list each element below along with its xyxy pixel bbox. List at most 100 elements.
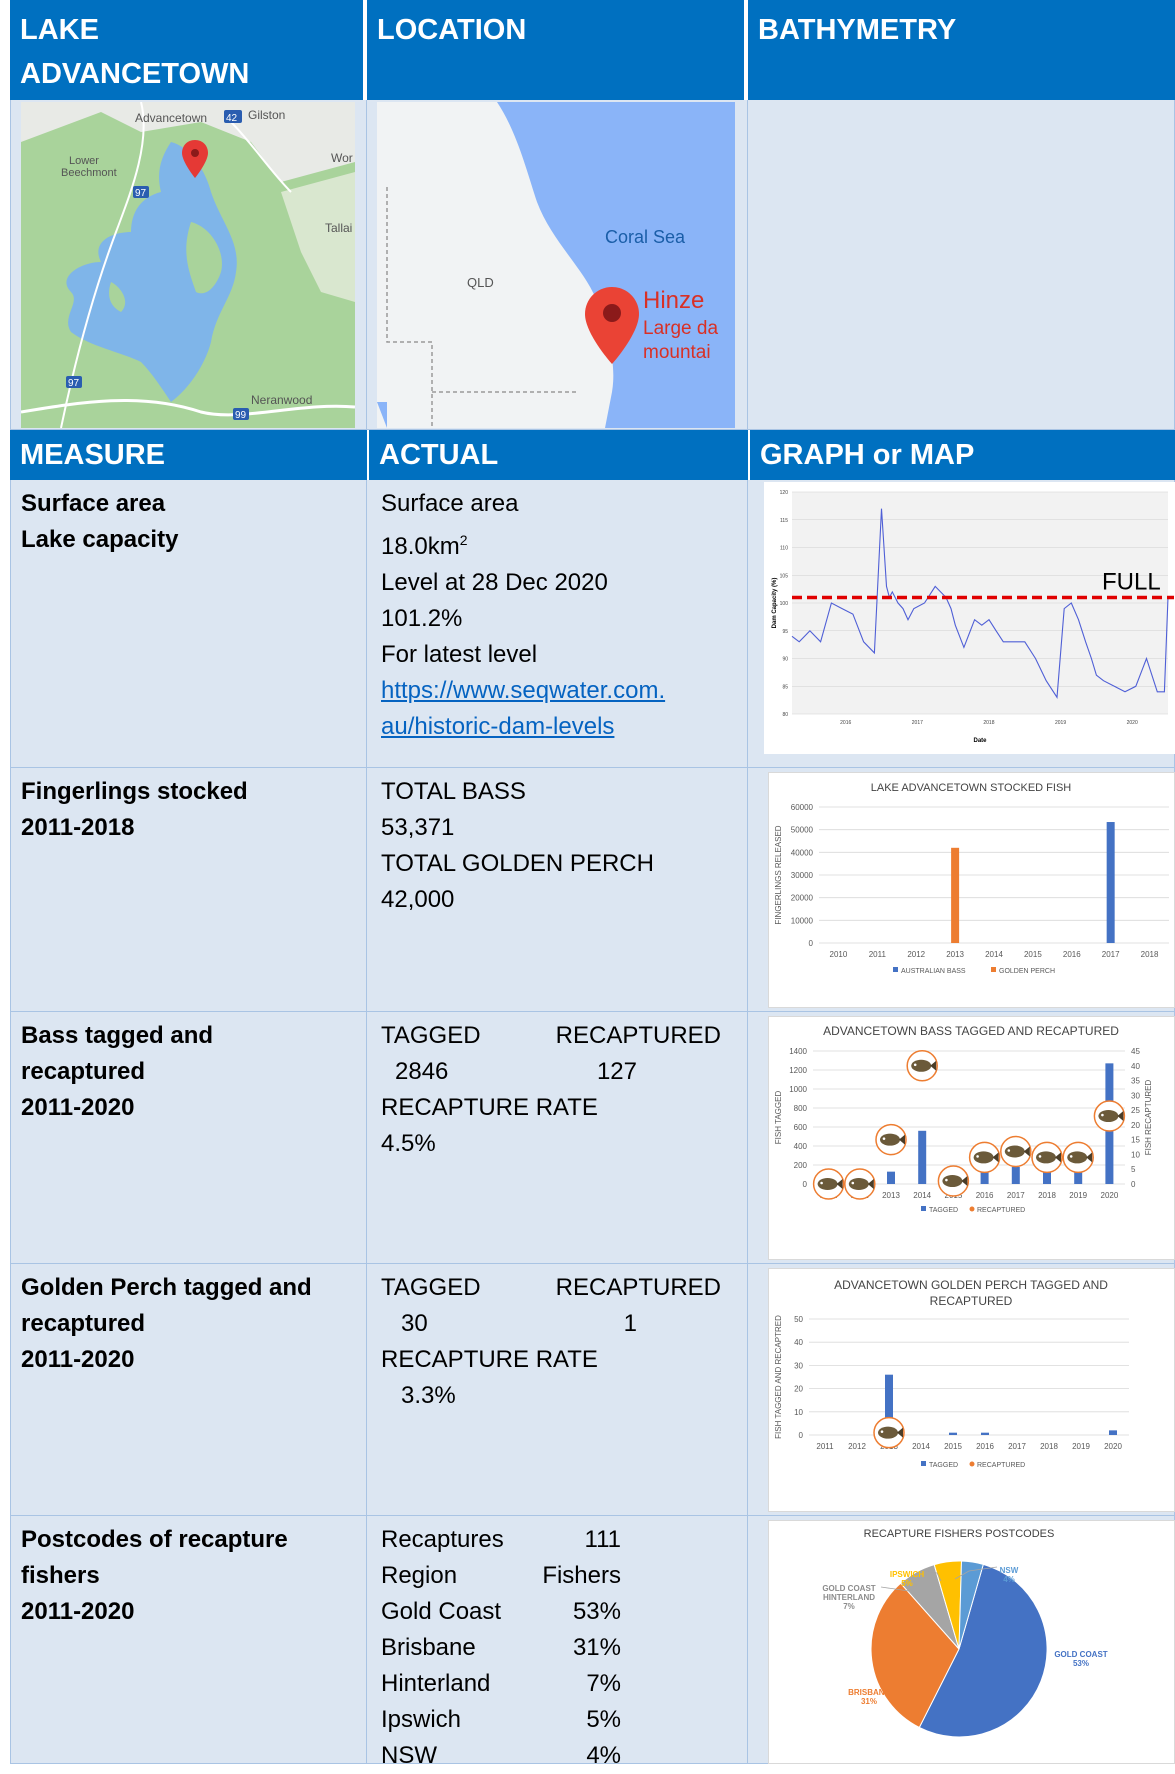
x-tick-label: 2012 <box>907 950 925 959</box>
x-tick-label: 2018 <box>983 720 994 726</box>
graph-surface-cell: 80 85 90 95 100 105 110 115 120 2016 2017 2018 2019 2… <box>748 480 1175 768</box>
postcode-row: Region Fishers <box>381 1558 621 1594</box>
actual-perch: TAGGED RECAPTURED 30 1 RECAPTURE RATE 3.3% <box>367 1264 748 1516</box>
y-tick-label: 1200 <box>789 1066 807 1075</box>
legend-label: TAGGED <box>929 1207 958 1214</box>
map-label-wor: Wor <box>331 151 353 165</box>
seqwater-link-line1[interactable]: https://www.seqwater.com. <box>381 673 733 709</box>
bass-label-row: TAGGED RECAPTURED <box>381 1018 721 1054</box>
perch-recaptured-value: 1 <box>623 1310 637 1337</box>
bass-tagged-chart: ADVANCETOWN BASS TAGGED AND RECAPTURED 0 2… <box>768 1016 1175 1260</box>
perch-tagged-value: 30 <box>401 1310 428 1337</box>
x-tick-label: 2020 <box>1127 720 1138 726</box>
y-tick-label: 115 <box>780 518 788 524</box>
perch-tagged-label: TAGGED <box>381 1274 481 1301</box>
x-tick-label: 2011 <box>869 950 887 959</box>
fish-marker-icon <box>873 1416 905 1449</box>
surface-area-value: 18.0km <box>381 533 460 560</box>
fish-body <box>1004 1145 1025 1158</box>
fish-eye <box>913 1063 917 1067</box>
y-axis-label: FINGERLINGS RELEASED <box>774 825 783 924</box>
legend-swatch <box>921 1461 926 1466</box>
y-tick-label: 85 <box>782 684 788 690</box>
bar-tagged <box>887 1171 895 1184</box>
bass-rate-value: 4.5% <box>381 1130 436 1157</box>
x-axis-label: Date <box>973 738 987 744</box>
x-tick-label: 2017 <box>1102 950 1120 959</box>
fish-marker-icon <box>844 1168 876 1200</box>
postcode-row: NSW 4% <box>381 1738 621 1774</box>
measure-bass: Bass tagged and recaptured 2011-2020 <box>10 1012 367 1264</box>
y-tick-label: 50 <box>794 1315 803 1324</box>
subheader-measure-label: MEASURE <box>20 439 166 471</box>
subheader-graph-label: GRAPH or MAP <box>760 439 975 471</box>
pie-label-name: NSW <box>1000 1566 1019 1575</box>
fish-eye <box>820 1181 823 1185</box>
graph-bass-cell: ADVANCETOWN BASS TAGGED AND RECAPTURED 0 2… <box>748 1012 1175 1264</box>
x-tick-label: 2014 <box>985 950 1003 959</box>
header-lake-name: LAKE ADVANCETOWN <box>10 0 363 100</box>
actual-surface: Surface area 18.0km2 Level at 28 Dec 202… <box>367 480 748 768</box>
y2-tick-label: 45 <box>1131 1047 1140 1056</box>
x-tick-label: 2015 <box>1024 950 1042 959</box>
perch-recaptured-label: RECAPTURED <box>555 1274 721 1301</box>
postcode-region: Region <box>381 1562 458 1589</box>
x-tick-label: 2014 <box>912 1442 930 1451</box>
fish-body <box>942 1175 963 1188</box>
total-perch-value: 42,000 <box>381 886 455 913</box>
legend-swatch <box>991 967 996 972</box>
route-99-label: 99 <box>235 410 247 421</box>
fish-body <box>878 1426 898 1439</box>
local-map-cell: Advancetown 42 Gilston Lower Beechmont 9… <box>10 100 367 430</box>
measure-bass-line2: recaptured <box>21 1058 146 1085</box>
bass-tagged-value: 2846 <box>395 1058 449 1085</box>
bass-rate-label: RECAPTURE RATE <box>381 1094 598 1121</box>
stocked-fish-chart: LAKE ADVANCETOWN STOCKED FISH 0 10000 20000… <box>768 772 1175 1008</box>
postcode-row: Hinterland 7% <box>381 1666 621 1702</box>
postcode-value: 111 <box>584 1526 621 1553</box>
measure-postcodes-line2: fishers <box>21 1562 100 1589</box>
postcode-row: Ipswich 5% <box>381 1702 621 1738</box>
fish-marker-icon <box>906 1050 938 1082</box>
legend-swatch <box>969 1461 975 1467</box>
y-tick-label: 120 <box>780 490 789 496</box>
chart-title: RECAPTURED <box>930 1294 1013 1308</box>
bass-tagged-svg: ADVANCETOWN BASS TAGGED AND RECAPTURED 0 2… <box>774 1024 1153 1214</box>
bass-tagged-label: TAGGED <box>381 1022 481 1049</box>
x-tick-label: 2020 <box>1101 1191 1119 1200</box>
perch-rate-value: 3.3% <box>401 1382 456 1409</box>
y-tick-label: 1400 <box>789 1047 807 1056</box>
postcode-value: Fishers <box>542 1562 621 1589</box>
fish-marker-icon <box>1000 1135 1032 1168</box>
x-tick-label: 2018 <box>1038 1191 1056 1200</box>
chart-title: LAKE ADVANCETOWN STOCKED FISH <box>871 782 1072 794</box>
fish-body <box>973 1151 994 1164</box>
seqwater-link-line2[interactable]: au/historic-dam-levels <box>381 709 733 745</box>
y-tick-label: 0 <box>809 939 814 948</box>
legend-label: RECAPTURED <box>977 1207 1025 1214</box>
total-perch-label: TOTAL GOLDEN PERCH <box>381 850 654 877</box>
fish-body <box>848 1178 869 1190</box>
fish-body <box>911 1059 932 1072</box>
y-tick-label: 40000 <box>791 848 814 857</box>
postcode-pie-svg: RECAPTURE FISHERS POSTCODESGOLD COAST53%… <box>822 1528 1108 1738</box>
route-97-label-bottom: 97 <box>68 378 80 389</box>
y2-tick-label: 10 <box>1131 1150 1140 1159</box>
y2-tick-label: 30 <box>1131 1091 1140 1100</box>
postcode-region: Hinterland <box>381 1670 491 1697</box>
postcode-row: Gold Coast 53% <box>381 1594 621 1630</box>
measure-surface: Surface area Lake capacity <box>10 480 367 768</box>
y-tick-label: 110 <box>780 546 788 552</box>
region-map-cell: Coral Sea QLD Hinze Large da mountai <box>367 100 748 430</box>
measure-perch-line1: Golden Perch tagged and <box>21 1274 312 1301</box>
fish-eye <box>976 1155 979 1158</box>
fish-eye <box>1069 1155 1073 1158</box>
x-tick-label: 2018 <box>1040 1442 1058 1451</box>
bar-tagged <box>1011 1166 1020 1184</box>
measure-fingerlings: Fingerlings stocked 2011-2018 <box>10 768 367 1012</box>
route-42-label: 42 <box>226 113 238 124</box>
y-tick-label: 200 <box>794 1161 808 1170</box>
y-axis-label: FISH TAGGED AND RECAPTRED <box>774 1315 783 1439</box>
legend-swatch <box>893 967 898 972</box>
y-tick-label: 10000 <box>791 916 814 925</box>
